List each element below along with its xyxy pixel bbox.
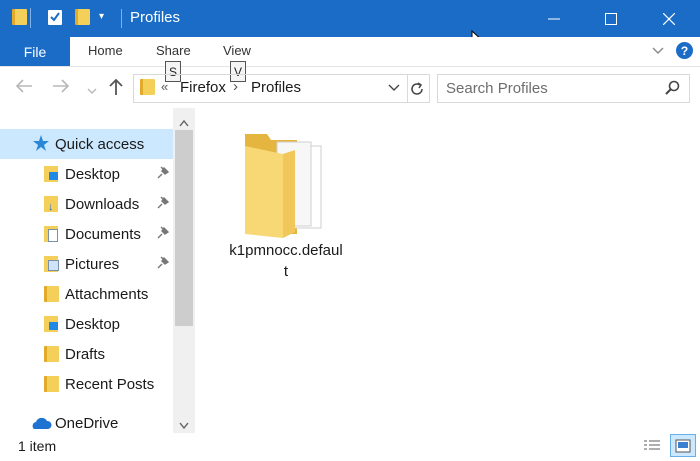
expand-ribbon-icon[interactable] xyxy=(651,43,665,60)
sidebar-item-label: Attachments xyxy=(65,285,149,303)
large-icons-view-icon[interactable] xyxy=(670,434,696,457)
sidebar-item-label: Downloads xyxy=(65,195,140,213)
sidebar-item-documents[interactable]: Documents xyxy=(0,219,173,249)
file-name-line-1: k1pmnocc.defaul xyxy=(229,242,343,259)
sidebar-item-label: Desktop xyxy=(65,315,121,333)
sidebar-item-label: Pictures xyxy=(65,255,120,273)
status-bar: 1 item xyxy=(0,433,700,461)
divider xyxy=(30,8,31,28)
breadcrumb-profiles[interactable]: Profiles xyxy=(251,79,301,96)
scroll-up-icon[interactable] xyxy=(179,114,189,131)
customize-qat-icon[interactable]: ▾ xyxy=(99,11,104,22)
sidebar-item-label: Desktop xyxy=(65,165,121,183)
search-input[interactable]: Search Profiles xyxy=(437,74,690,103)
new-folder-icon[interactable] xyxy=(75,9,90,29)
up-button[interactable] xyxy=(108,78,124,101)
pictures-folder-icon xyxy=(44,256,59,272)
desktop-folder-icon xyxy=(44,166,58,182)
address-bar[interactable]: « Firefox › Profiles xyxy=(133,74,408,103)
details-view-icon[interactable] xyxy=(643,438,661,458)
file-name-line-2: t xyxy=(283,263,289,280)
breadcrumb-separator-icon[interactable]: › xyxy=(233,78,238,95)
sidebar-item-label: Recent Posts xyxy=(65,375,155,393)
sidebar-item-recent-posts[interactable]: Recent Posts xyxy=(0,369,173,399)
onedrive-icon xyxy=(30,415,52,435)
downloads-folder-icon: ↓ xyxy=(44,196,58,213)
maximize-button[interactable] xyxy=(588,0,634,37)
documents-folder-icon xyxy=(44,226,58,242)
search-placeholder: Search Profiles xyxy=(446,80,548,97)
sidebar-item-desktop[interactable]: Desktop xyxy=(0,159,173,189)
folder-with-files-icon xyxy=(243,128,325,242)
refresh-button[interactable] xyxy=(405,74,430,103)
tab-home[interactable]: Home xyxy=(88,43,123,58)
scrollbar-thumb[interactable] xyxy=(175,130,193,326)
pin-icon[interactable] xyxy=(157,166,170,182)
window-title: Profiles xyxy=(130,9,181,26)
help-icon[interactable]: ? xyxy=(676,42,693,59)
scroll-down-icon[interactable] xyxy=(179,417,189,434)
address-dropdown-icon[interactable] xyxy=(388,81,400,98)
overflow-chevron-icon[interactable]: « xyxy=(161,79,168,94)
folder-icon xyxy=(12,9,27,25)
divider xyxy=(121,9,122,28)
tab-share[interactable]: Share xyxy=(156,43,191,58)
forward-button[interactable] xyxy=(52,78,70,99)
item-count: 1 item xyxy=(18,438,57,454)
sidebar-item-label: Quick access xyxy=(55,135,145,153)
sidebar-item-downloads[interactable]: ↓ Downloads xyxy=(0,189,173,219)
file-item[interactable]: k1pmnocc.defaul t xyxy=(221,124,351,289)
ribbon: File Home Share View S V ? xyxy=(0,37,700,82)
breadcrumb-firefox[interactable]: Firefox xyxy=(180,79,226,96)
sidebar-item-desktop-2[interactable]: Desktop xyxy=(0,309,173,339)
properties-icon[interactable] xyxy=(48,10,62,25)
sidebar-item-attachments[interactable]: Attachments xyxy=(0,279,173,309)
file-name: k1pmnocc.defaul t xyxy=(221,240,351,282)
minimize-button[interactable] xyxy=(531,0,577,37)
sidebar-item-label: OneDrive xyxy=(55,414,119,432)
sidebar-item-drafts[interactable]: Drafts xyxy=(0,339,173,369)
title-bar: ▾ Profiles xyxy=(0,0,700,37)
search-icon[interactable] xyxy=(665,80,681,100)
back-button[interactable] xyxy=(15,78,33,99)
quick-access-toolbar xyxy=(12,9,27,25)
close-button[interactable] xyxy=(646,0,692,37)
pin-icon[interactable] xyxy=(157,226,170,242)
pin-icon[interactable] xyxy=(157,256,170,272)
folder-icon xyxy=(44,376,59,392)
sidebar-item-pictures[interactable]: Pictures xyxy=(0,249,173,279)
navigation-pane: Quick access Desktop ↓ Downloads Documen… xyxy=(0,108,195,433)
sidebar-item-label: Drafts xyxy=(65,345,106,363)
recent-locations-icon[interactable] xyxy=(87,80,97,101)
pin-icon[interactable] xyxy=(157,196,170,212)
folder-icon xyxy=(44,286,59,302)
star-icon xyxy=(32,134,50,156)
folder-icon xyxy=(140,79,155,95)
desktop-folder-icon xyxy=(44,316,58,332)
sidebar-item-quick-access[interactable]: Quick access xyxy=(0,129,173,159)
navigation-scrollbar[interactable] xyxy=(173,108,195,433)
tab-view[interactable]: View xyxy=(223,43,251,58)
folder-icon xyxy=(44,346,59,362)
tab-file[interactable]: File xyxy=(0,37,70,66)
sidebar-item-label: Documents xyxy=(65,225,141,243)
